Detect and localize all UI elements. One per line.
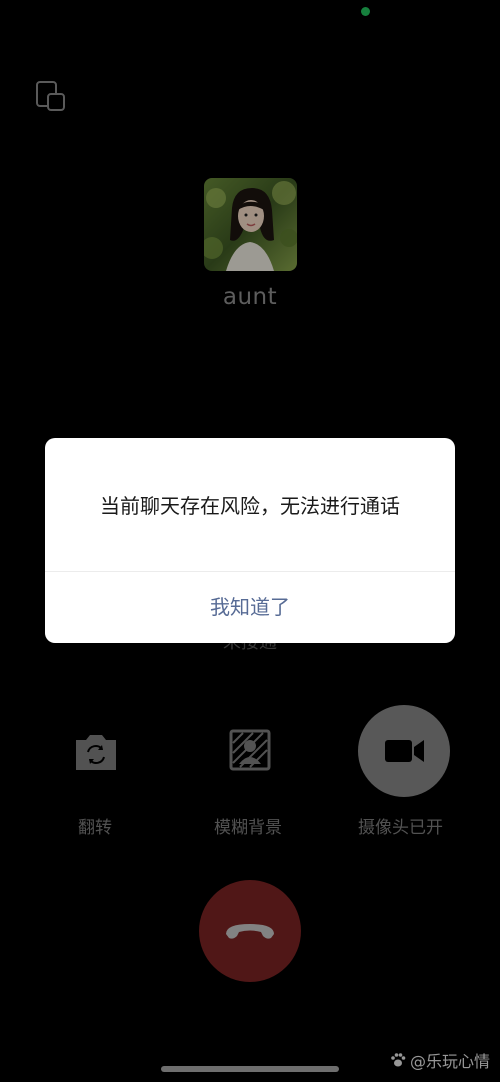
dialog-confirm-button[interactable]: 我知道了 <box>45 572 455 643</box>
dialog-message: 当前聊天存在风险，无法进行通话 <box>100 494 400 518</box>
